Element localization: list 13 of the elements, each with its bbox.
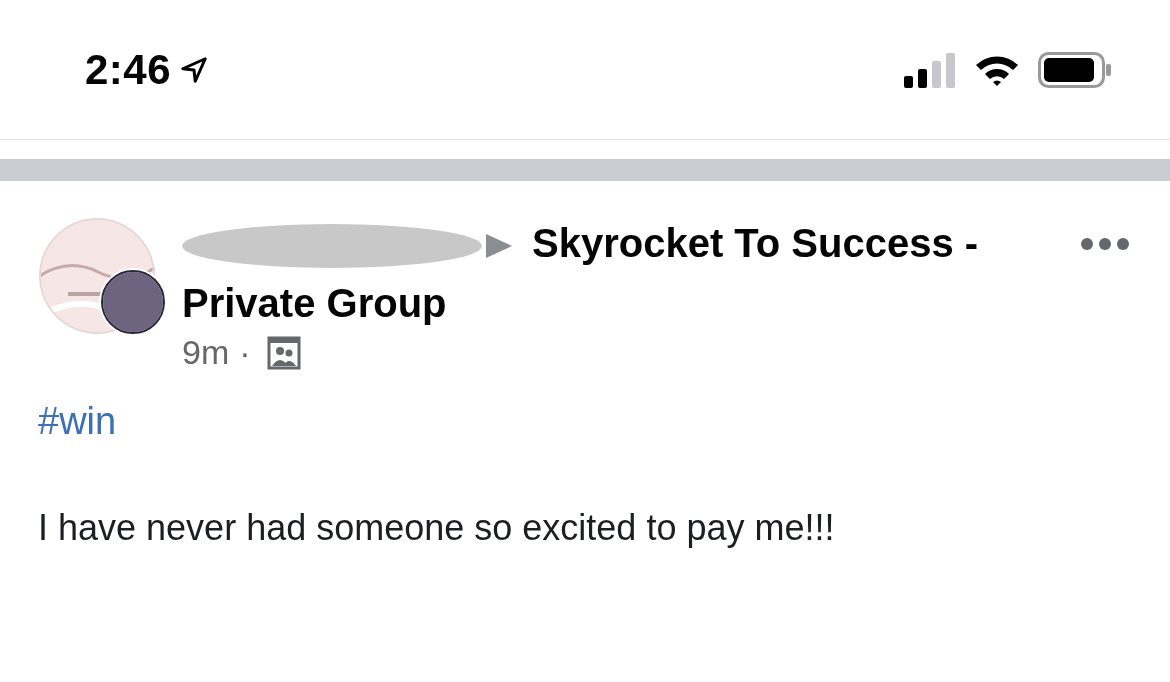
signal-icon: [904, 51, 956, 88]
avatar: [98, 267, 168, 337]
group-name[interactable]: Private Group: [182, 281, 447, 325]
post-text: I have never had someone so excited to pay me!!!: [38, 507, 836, 549]
clock-time: 2:46: [85, 45, 172, 94]
more-options-icon[interactable]: [1080, 237, 1130, 251]
group-members-icon: [266, 335, 301, 370]
post-time: 9m: [182, 333, 230, 372]
separator-dot: ·: [239, 333, 251, 372]
hashtag-link[interactable]: #win: [38, 400, 117, 443]
group-name[interactable]: Skyrocket To Success -: [532, 221, 979, 265]
battery-icon: [1038, 51, 1112, 88]
location-arrow-icon: [179, 54, 210, 85]
